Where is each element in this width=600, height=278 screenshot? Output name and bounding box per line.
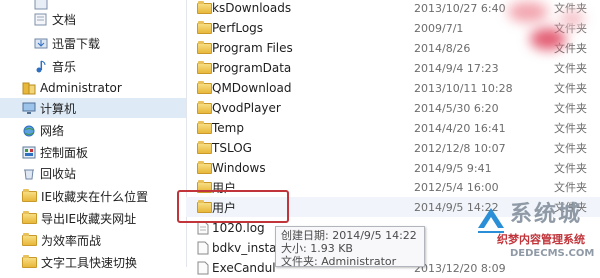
computer-icon [22,102,36,115]
watermark-sub: 织梦内容管理系统 [497,233,585,246]
folder-icon [22,188,37,202]
document-icon [34,13,48,26]
file-info-tooltip: 创建日期: 2014/9/5 14:22 大小: 1.93 KB 文件夹: Ad… [275,226,425,268]
file-date: 2013/10/11 10:28 [414,81,513,95]
redaction-blur [530,28,566,50]
nav-item-ie-favorites-location[interactable]: IE收藏夹在什么位置 [0,186,186,206]
nav-item-computer[interactable]: 计算机 [0,98,186,118]
network-icon [22,124,36,137]
file-row[interactable]: TSLOG 2012/12/8 10:07 文件夹 [186,138,600,158]
nav-item-label: 文档 [52,12,77,27]
file-date: 2014/5/30 6:20 [414,101,499,115]
nav-item-label: IE收藏夹在什么位置 [41,189,149,204]
folder-icon [197,141,212,154]
file-name: bdkv_install [212,241,284,255]
file-row[interactable]: QvodPlayer 2014/5/30 6:20 文件夹 [186,98,600,118]
nav-item-label: 音乐 [52,59,77,74]
nav-item-label: 计算机 [40,101,77,116]
user-icon [22,82,36,95]
file-row[interactable]: Windows 2014/9/5 9:41 文件夹 [186,158,600,178]
watermark-logo: 系统城 织梦内容管理系统 DEDECMS.COM [476,196,600,267]
nav-item-label: Administrator [40,81,122,95]
navigation-pane: 文档 迅雷下载 音乐 Administrator 计算机 网络 控制面板 回收站… [0,0,187,270]
redaction-blur [560,10,584,28]
file-type: 文件夹 [554,102,587,115]
nav-item-label: 迅雷下载 [52,36,101,51]
file-type: 文件夹 [554,162,587,175]
control-panel-icon [22,146,36,159]
file-name: ExeCandul [212,261,276,275]
file-row[interactable]: ProgramData 2014/9/4 17:23 文件夹 [186,58,600,78]
nav-item-network[interactable]: 网络 [0,120,186,140]
file-type: 文件夹 [554,122,587,135]
file-type: 文件夹 [554,142,587,155]
file-name: 1020.log [212,221,265,235]
nav-item-documents[interactable]: 文档 [0,9,186,29]
nav-item-label: 导出IE收藏夹网址 [41,211,137,226]
file-name: QvodPlayer [212,101,281,115]
file-date: 2014/9/4 17:23 [414,61,499,75]
file-type: 文件夹 [554,82,587,95]
nav-item-label: 网络 [40,123,65,138]
file-date: 2013/10/27 6:40 [414,1,506,15]
folder-icon [197,1,212,14]
watermark-url: DEDECMS.COM [510,248,595,259]
folder-icon [22,254,37,268]
recycle-bin-icon [22,167,36,180]
file-name: PerfLogs [212,21,264,35]
nav-item-label: 文字工具快速切换 [41,255,138,270]
music-icon [34,60,48,73]
file-type: 文件夹 [554,181,587,194]
file-date: 2014/9/5 9:41 [414,161,492,175]
nav-item-label: 回收站 [40,166,77,181]
download-icon [34,37,48,50]
file-date: 2012/5/4 16:00 [414,180,499,194]
file-name: TSLOG [212,141,252,155]
folder-icon [197,41,212,54]
folder-icon [22,232,37,246]
tooltip-created-date: 创建日期: 2014/9/5 14:22 [281,229,417,242]
folder-icon [197,101,212,114]
file-icon [197,261,209,278]
tooltip-folder: 文件夹: Administrator [281,255,397,268]
nav-item-xunlei-download[interactable]: 迅雷下载 [0,33,186,53]
file-row[interactable]: Temp 2014/4/20 16:41 文件夹 [186,118,600,138]
file-date: 2009/7/1 [414,21,464,35]
nav-item-label: 控制面板 [40,145,89,160]
nav-item-label: 为效率而战 [41,233,102,248]
highlight-box [177,190,289,223]
log-file-icon [197,221,209,238]
file-name: ProgramData [212,61,292,75]
nav-item-efficiency[interactable]: 为效率而战 [0,230,186,250]
file-name: QMDownload [212,81,292,95]
file-name: Program Files [212,41,293,55]
folder-icon [197,161,212,174]
file-name: ksDownloads [212,1,292,15]
file-date: 2014/4/20 16:41 [414,121,506,135]
file-type: 文件夹 [554,62,587,75]
file-date: 2012/12/8 10:07 [414,141,506,155]
file-date: 2014/8/26 [414,41,471,55]
folder-icon [197,121,212,134]
folder-icon [197,61,212,74]
nav-item-administrator[interactable]: Administrator [0,78,186,98]
nav-item-recycle-bin[interactable]: 回收站 [0,163,186,183]
nav-item-text-tool-switch[interactable]: 文字工具快速切换 [0,252,186,272]
file-row[interactable]: QMDownload 2013/10/11 10:28 文件夹 [186,78,600,98]
folder-icon [197,21,212,34]
file-icon [197,241,209,258]
file-name: Temp [212,121,244,135]
folder-icon [197,81,212,94]
watermark-main: 系统城 [510,202,583,227]
tooltip-size: 大小: 1.93 KB [281,242,353,255]
redaction-blur [508,2,548,22]
folder-icon [22,210,37,224]
file-name: Windows [212,161,266,175]
nav-item-music[interactable]: 音乐 [0,56,186,76]
nav-item-export-ie-favorites[interactable]: 导出IE收藏夹网址 [0,208,186,228]
nav-item-control-panel[interactable]: 控制面板 [0,142,186,162]
watermark-logo-icon [478,208,504,233]
